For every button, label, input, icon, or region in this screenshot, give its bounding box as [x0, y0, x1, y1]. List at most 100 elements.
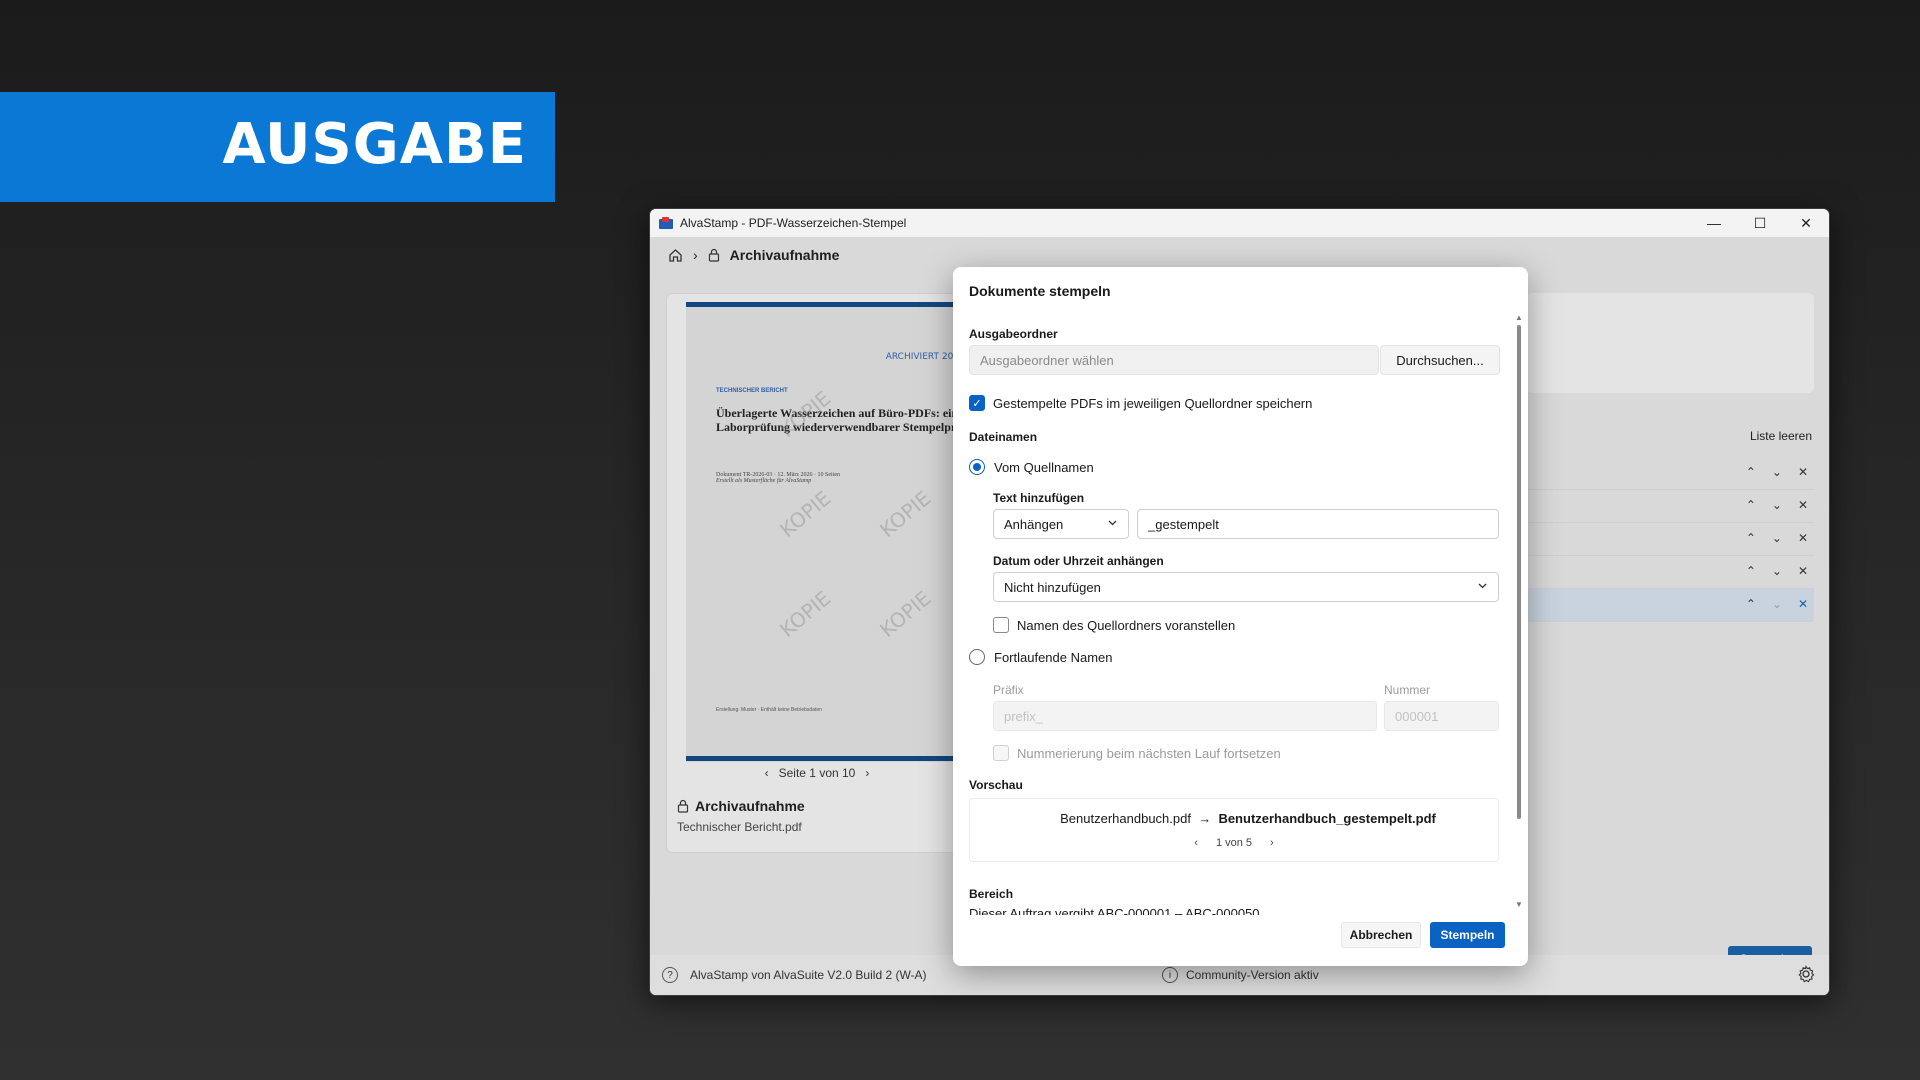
- number-input[interactable]: 000001: [1384, 701, 1499, 731]
- remove-icon[interactable]: ✕: [1798, 498, 1808, 512]
- date-select-value: Nicht hinzufügen: [1004, 579, 1101, 595]
- scrollbar-thumb[interactable]: [1517, 325, 1521, 819]
- move-down-icon[interactable]: ⌄: [1772, 597, 1782, 611]
- dialog-scrollbar[interactable]: ▲ ▼: [1514, 313, 1524, 909]
- help-icon[interactable]: ?: [662, 967, 678, 983]
- window-title: AlvaStamp - PDF-Wasserzeichen-Stempel: [680, 216, 907, 230]
- ausgabe-banner: AUSGABE: [0, 92, 555, 202]
- move-up-icon[interactable]: ⌃: [1746, 531, 1756, 545]
- checkbox-checked-icon[interactable]: ✓: [969, 395, 985, 411]
- prepend-folder-checkbox[interactable]: Namen des Quellordners voranstellen: [993, 617, 1235, 633]
- lock-icon: [677, 799, 689, 813]
- version-text: AlvaStamp von AlvaSuite V2.0 Build 2 (W-…: [690, 968, 927, 982]
- date-select[interactable]: Nicht hinzufügen: [993, 572, 1499, 602]
- output-folder-input[interactable]: Ausgabeordner wählen: [969, 345, 1379, 375]
- home-icon[interactable]: [668, 248, 683, 262]
- prefix-label: Präfix: [993, 683, 1024, 697]
- preview-mapping: Benutzerhandbuch.pdf → Benutzerhandbuch_…: [970, 811, 1498, 826]
- list-item[interactable]: ⌃ ⌄ ✕: [1526, 457, 1814, 490]
- page-pager: ‹ Seite 1 von 10 ›: [667, 766, 967, 780]
- date-label: Datum oder Uhrzeit anhängen: [993, 554, 1164, 568]
- radio-unselected-icon[interactable]: [969, 649, 985, 665]
- continue-numbering-checkbox[interactable]: Nummerierung beim nächsten Lauf fortsetz…: [993, 745, 1281, 761]
- move-up-icon[interactable]: ⌃: [1746, 498, 1756, 512]
- list-item[interactable]: ⌃ ⌄ ✕: [1526, 490, 1814, 523]
- maximize-button[interactable]: ☐: [1737, 209, 1783, 237]
- preview-page-indicator: 1 von 5: [1215, 837, 1253, 849]
- breadcrumb: › Archivaufnahme: [668, 247, 839, 263]
- radio-selected-icon[interactable]: [969, 459, 985, 475]
- remove-icon[interactable]: ✕: [1798, 564, 1808, 578]
- move-down-icon[interactable]: ⌄: [1772, 498, 1782, 512]
- from-source-radio[interactable]: Vom Quellnamen: [969, 459, 1094, 475]
- clear-list-button[interactable]: Liste leeren: [1750, 429, 1812, 443]
- preview-label: Vorschau: [969, 778, 1023, 792]
- lock-icon: [708, 248, 720, 262]
- add-text-input[interactable]: _gestempelt: [1137, 509, 1499, 539]
- file-name: Technischer Bericht.pdf: [677, 820, 802, 834]
- close-button[interactable]: ✕: [1783, 209, 1829, 237]
- minimize-button[interactable]: —: [1691, 209, 1737, 237]
- breadcrumb-title[interactable]: Archivaufnahme: [730, 247, 840, 263]
- dialog-title: Dokumente stempeln: [969, 283, 1111, 299]
- arrow-right-icon: →: [1198, 811, 1212, 826]
- list-item[interactable]: ⌃ ⌄ ✕: [1526, 523, 1814, 556]
- prev-preview-icon[interactable]: ‹: [1194, 837, 1198, 849]
- output-folder-label: Ausgabeordner: [969, 327, 1058, 341]
- next-preview-icon[interactable]: ›: [1270, 837, 1274, 849]
- license-text: Community-Version aktiv: [1186, 968, 1319, 982]
- sequential-names-radio[interactable]: Fortlaufende Namen: [969, 649, 1113, 665]
- browse-button[interactable]: Durchsuchen...: [1380, 345, 1500, 375]
- document-title-line1: Überlagerte Wasserzeichen auf Büro-PDFs:…: [716, 406, 959, 420]
- app-icon: [659, 217, 673, 229]
- watermark-text: KOPIE: [875, 486, 936, 542]
- watermark-text: KOPIE: [775, 486, 836, 542]
- document-footer: Erstellung: Muster · Enthält keine Betri…: [716, 707, 822, 713]
- prefix-input[interactable]: prefix_: [993, 701, 1377, 731]
- checkbox-unchecked-icon[interactable]: [993, 745, 1009, 761]
- add-text-mode-value: Anhängen: [1004, 516, 1064, 532]
- remove-icon[interactable]: ✕: [1798, 531, 1808, 545]
- save-in-source-checkbox[interactable]: ✓ Gestempelte PDFs im jeweiligen Quellor…: [969, 395, 1312, 411]
- remove-icon[interactable]: ✕: [1798, 597, 1808, 611]
- preview-pager: ‹ 1 von 5 ›: [970, 837, 1498, 849]
- page-indicator: Seite 1 von 10: [778, 766, 856, 780]
- sequential-names-label: Fortlaufende Namen: [994, 649, 1113, 665]
- preview-box: Benutzerhandbuch.pdf → Benutzerhandbuch_…: [969, 798, 1499, 862]
- list-item[interactable]: ⌃ ⌄ ✕: [1526, 556, 1814, 589]
- cancel-button[interactable]: Abbrechen: [1341, 922, 1421, 948]
- stamp-documents-dialog: Dokumente stempeln ▲ ▼ Ausgabeordner Aus…: [953, 267, 1528, 966]
- title-bar: AlvaStamp - PDF-Wasserzeichen-Stempel — …: [650, 209, 1829, 237]
- move-down-icon[interactable]: ⌄: [1772, 531, 1782, 545]
- from-source-label: Vom Quellnamen: [994, 459, 1094, 475]
- stamp-button[interactable]: Stempeln: [1430, 922, 1505, 948]
- move-up-icon[interactable]: ⌃: [1746, 465, 1756, 479]
- document-page-preview: ARCHIVIERT 2026- TECHNISCHER BERICHT Übe…: [686, 302, 968, 762]
- scroll-up-icon[interactable]: ▲: [1515, 313, 1523, 322]
- watermark-text: KOPIE: [775, 586, 836, 642]
- move-up-icon[interactable]: ⌃: [1746, 564, 1756, 578]
- profile-info: Archivaufnahme Technischer Bericht.pdf: [677, 798, 805, 834]
- continue-numbering-label: Nummerierung beim nächsten Lauf fortsetz…: [1017, 745, 1281, 761]
- scroll-down-icon[interactable]: ▼: [1515, 900, 1523, 909]
- filenames-label: Dateinamen: [969, 430, 1038, 444]
- document-meta: Dokument TR-2026-03 · 12. März 2026 · 10…: [716, 472, 840, 484]
- range-label: Bereich: [969, 887, 1014, 901]
- prepend-folder-label: Namen des Quellordners voranstellen: [1017, 617, 1236, 633]
- prev-page-icon[interactable]: ‹: [765, 766, 769, 780]
- watermark-text: KOPIE: [875, 586, 936, 642]
- checkbox-unchecked-icon[interactable]: [993, 617, 1009, 633]
- add-text-mode-select[interactable]: Anhängen: [993, 509, 1129, 539]
- move-down-icon[interactable]: ⌄: [1772, 564, 1782, 578]
- info-icon: i: [1162, 967, 1178, 983]
- remove-icon[interactable]: ✕: [1798, 465, 1808, 479]
- list-item-selected[interactable]: ⌃ ⌄ ✕: [1526, 589, 1814, 622]
- save-in-source-label: Gestempelte PDFs im jeweiligen Quellordn…: [993, 395, 1313, 411]
- next-page-icon[interactable]: ›: [865, 766, 869, 780]
- breadcrumb-separator: ›: [693, 247, 698, 263]
- move-down-icon[interactable]: ⌄: [1772, 465, 1782, 479]
- banner-label: AUSGABE: [222, 112, 527, 177]
- move-up-icon[interactable]: ⌃: [1746, 597, 1756, 611]
- gear-icon[interactable]: [1797, 965, 1815, 983]
- number-label: Nummer: [1384, 683, 1431, 697]
